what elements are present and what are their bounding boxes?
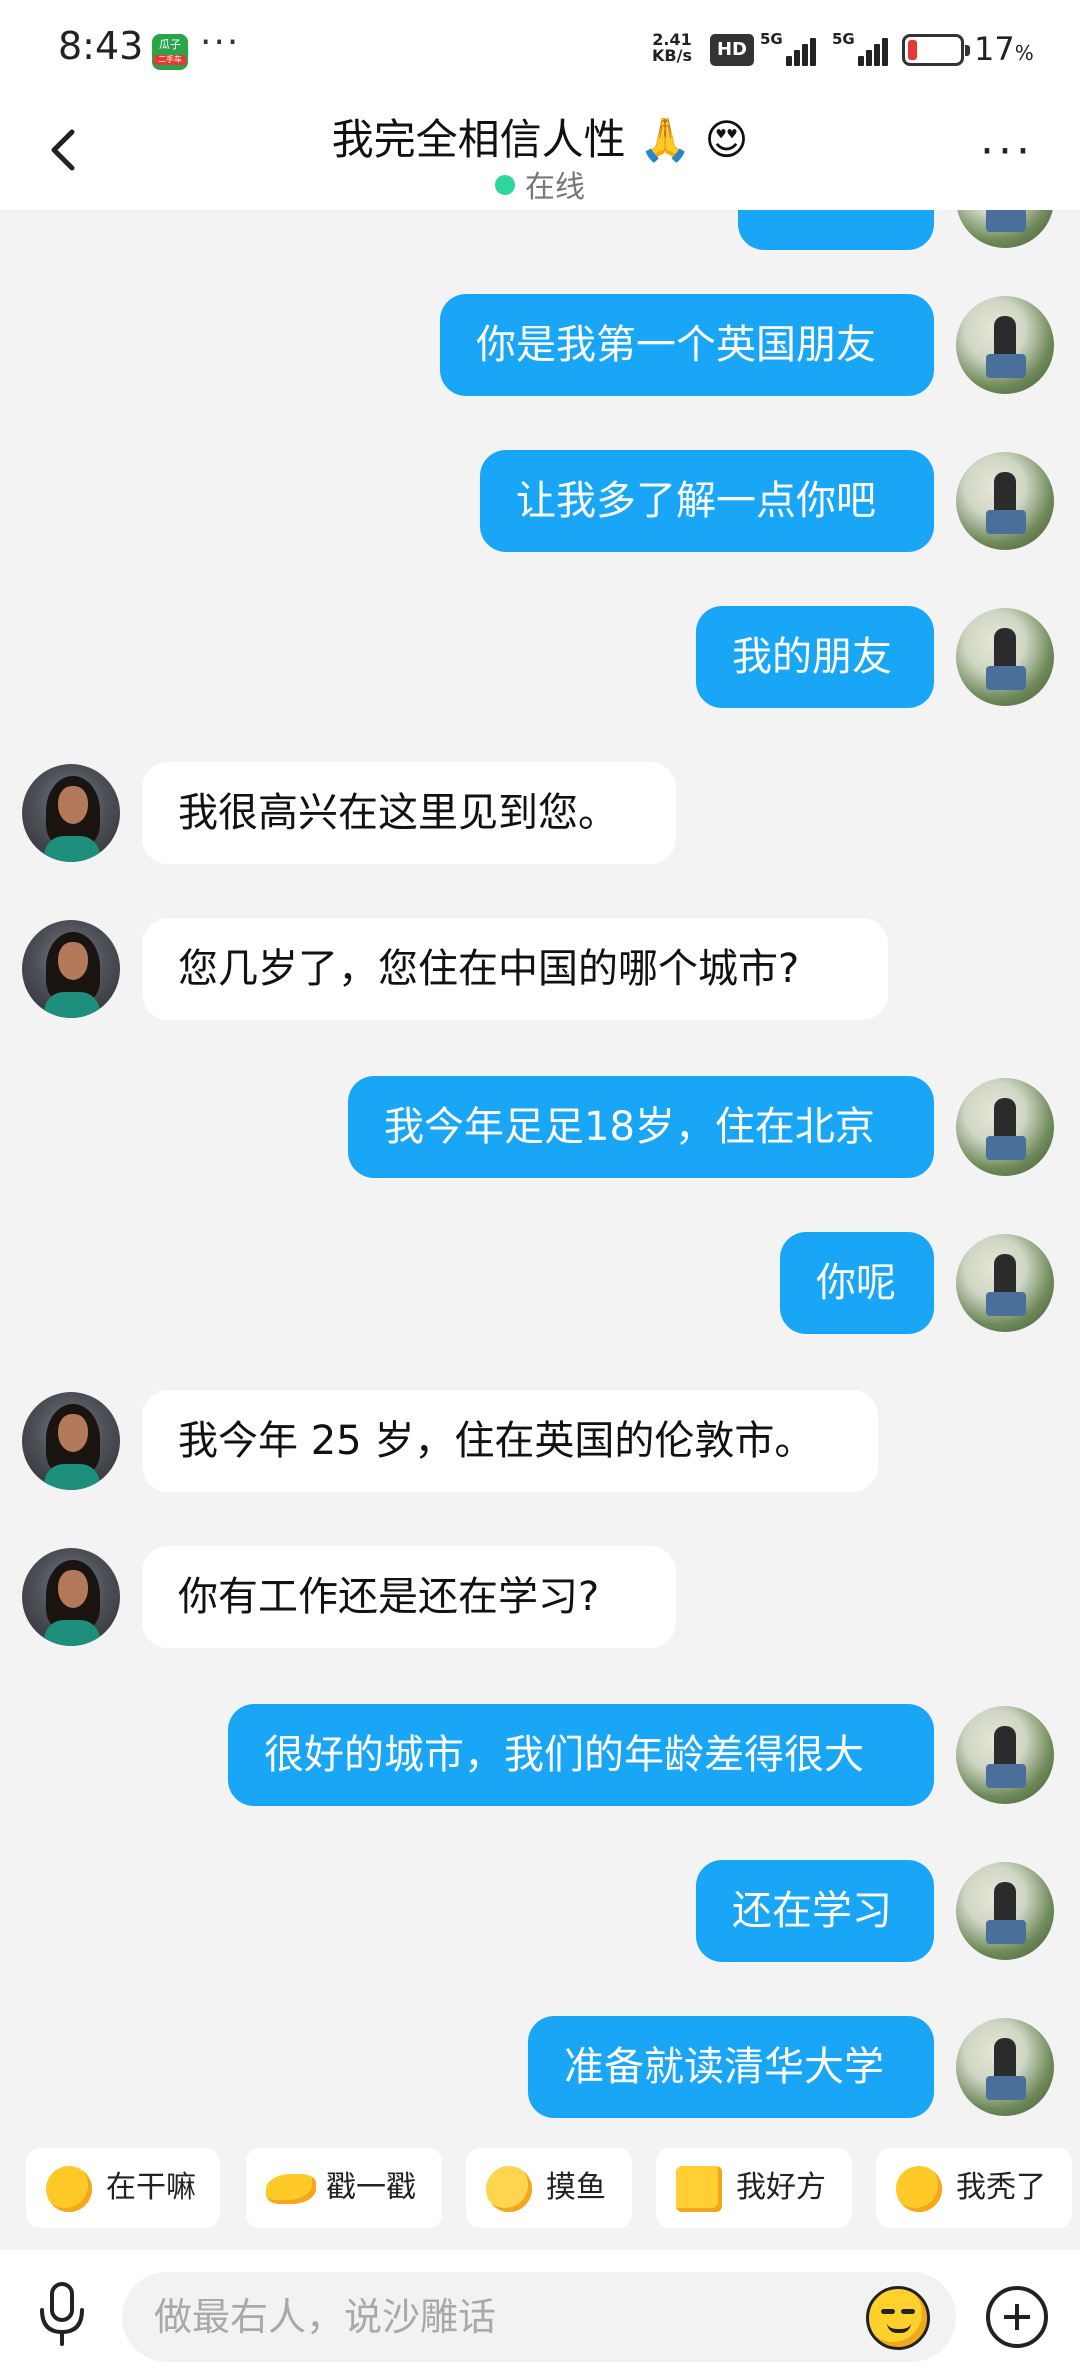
smiley-icon	[881, 2309, 895, 2314]
quick-reply-chip[interactable]: 摸鱼	[466, 2148, 632, 2228]
emoji-button[interactable]	[866, 2286, 930, 2350]
status-bar: 8:43 瓜子 二手车 ··· 2.41 KB/s HD 5G 5G 17%	[0, 0, 1080, 100]
message-row: 我今年 25 岁，住在英国的伦敦市。	[0, 1390, 1080, 1492]
quick-reply-label: 摸鱼	[546, 2170, 606, 2205]
microphone-icon	[40, 2282, 84, 2346]
message-row: 你是我第一个英国朋友	[0, 294, 1080, 396]
contact-avatar[interactable]	[22, 1392, 120, 1490]
message-list[interactable]: 你是我第一个英国朋友让我多了解一点你吧我的朋友 我很高兴在这里见到您。您几岁了，您…	[0, 210, 1080, 2140]
quick-reply-label: 在干嘛	[106, 2170, 196, 2205]
signal2-label: 5G	[832, 30, 855, 48]
incoming-message-bubble[interactable]: 我今年 25 岁，住在英国的伦敦市。	[142, 1390, 878, 1492]
outgoing-message-bubble[interactable]: 你是我第一个英国朋友	[440, 294, 934, 396]
my-avatar[interactable]	[956, 1078, 1054, 1176]
message-row: 还在学习	[0, 1860, 1080, 1962]
quick-reply-chip[interactable]: 在干嘛	[26, 2148, 220, 2228]
quick-reply-label: 我秃了	[956, 2170, 1046, 2205]
signal-icon-sim1: 5G	[760, 30, 820, 66]
outgoing-message-bubble[interactable]: 我今年足足18岁，住在北京	[348, 1076, 934, 1178]
chat-header: 我完全相信人性 🙏 😍 在线 ···	[0, 100, 1080, 210]
outgoing-message-bubble[interactable]	[738, 210, 934, 250]
message-row: 我很高兴在这里见到您。	[0, 762, 1080, 864]
signal-icon-sim2: 5G	[832, 30, 892, 66]
message-row: 你呢	[0, 1232, 1080, 1334]
battery-icon	[902, 34, 970, 66]
more-notifications-icon: ···	[200, 22, 241, 63]
quick-reply-bar: 在干嘛 戳一戳 摸鱼 我好方 我秃了	[0, 2140, 1080, 2236]
message-row: 您几岁了，您住在中国的哪个城市?	[0, 918, 1080, 1020]
incoming-message-bubble[interactable]: 我很高兴在这里见到您。	[142, 762, 676, 864]
bald-face-icon	[896, 2166, 942, 2212]
hd-voice-icon: HD	[710, 34, 754, 66]
message-row: 准备就读清华大学	[0, 2016, 1080, 2118]
slacking-face-icon	[486, 2166, 532, 2212]
my-avatar[interactable]	[956, 608, 1054, 706]
voice-input-button[interactable]	[34, 2278, 90, 2350]
my-avatar[interactable]	[956, 2018, 1054, 2116]
plus-circle-icon[interactable]	[986, 2286, 1048, 2348]
quick-reply-label: 戳一戳	[326, 2170, 416, 2205]
chat-title: 我完全相信人性 🙏 😍	[331, 115, 749, 164]
my-avatar[interactable]	[956, 452, 1054, 550]
contact-avatar[interactable]	[22, 1548, 120, 1646]
quick-reply-chip[interactable]: 我秃了	[876, 2148, 1072, 2228]
quick-reply-chip[interactable]: 戳一戳	[246, 2148, 442, 2228]
poke-hand-icon	[266, 2174, 316, 2204]
online-dot-icon	[495, 175, 515, 195]
battery-fill	[908, 40, 917, 60]
message-row: 让我多了解一点你吧	[0, 450, 1080, 552]
app-badge-label: 瓜子	[159, 38, 181, 51]
message-row: 我的朋友	[0, 606, 1080, 708]
my-avatar[interactable]	[956, 1706, 1054, 1804]
online-status-text: 在线	[525, 170, 585, 205]
incoming-message-bubble[interactable]: 您几岁了，您住在中国的哪个城市?	[142, 918, 888, 1020]
message-row: 你有工作还是还在学习?	[0, 1546, 1080, 1648]
square-face-icon	[676, 2166, 722, 2212]
outgoing-message-bubble[interactable]: 很好的城市，我们的年龄差得很大	[228, 1704, 934, 1806]
network-speed-unit: KB/s	[652, 46, 692, 65]
quick-reply-label: 我好方	[736, 2170, 826, 2205]
busy-face-icon	[46, 2166, 92, 2212]
outgoing-message-bubble[interactable]: 我的朋友	[696, 606, 934, 708]
network-speed: 2.41 KB/s	[652, 32, 692, 64]
contact-avatar[interactable]	[22, 764, 120, 862]
message-input[interactable]	[122, 2272, 956, 2362]
message-row: 很好的城市，我们的年龄差得很大	[0, 1704, 1080, 1806]
signal1-label: 5G	[760, 30, 783, 48]
my-avatar[interactable]	[956, 1234, 1054, 1332]
incoming-message-bubble[interactable]: 你有工作还是还在学习?	[142, 1546, 676, 1648]
outgoing-message-bubble[interactable]: 准备就读清华大学	[528, 2016, 934, 2118]
battery-percent: 17%	[974, 30, 1034, 68]
contact-avatar[interactable]	[22, 920, 120, 1018]
message-row: 我今年足足18岁，住在北京	[0, 1076, 1080, 1178]
input-bar	[0, 2250, 1080, 2376]
status-time: 8:43	[58, 24, 144, 68]
quick-reply-chip[interactable]: 我好方	[656, 2148, 852, 2228]
app-notification-icon: 瓜子 二手车	[152, 34, 188, 70]
message-row	[0, 210, 1080, 250]
outgoing-message-bubble[interactable]: 让我多了解一点你吧	[480, 450, 934, 552]
outgoing-message-bubble[interactable]: 你呢	[780, 1232, 934, 1334]
my-avatar[interactable]	[956, 1862, 1054, 1960]
outgoing-message-bubble[interactable]: 还在学习	[696, 1860, 934, 1962]
more-options-button[interactable]: ···	[980, 130, 1034, 174]
app-badge-sub: 二手车	[154, 55, 186, 65]
my-avatar[interactable]	[956, 210, 1054, 248]
my-avatar[interactable]	[956, 296, 1054, 394]
online-status: 在线	[0, 162, 1080, 206]
